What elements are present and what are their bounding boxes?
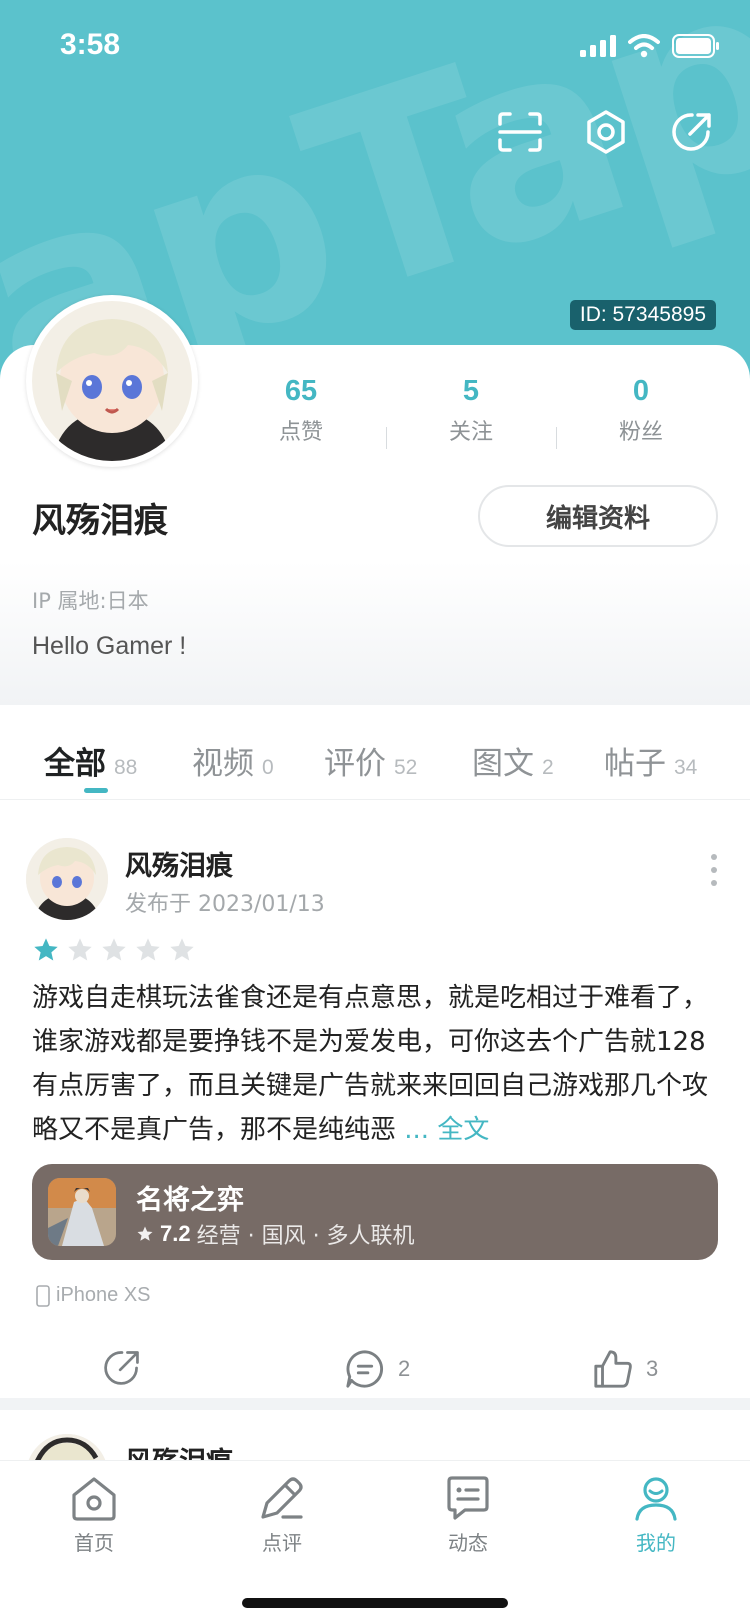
post-author-name[interactable]: 风殇泪痕: [125, 844, 233, 883]
stat-likes[interactable]: 65 点赞: [216, 375, 386, 446]
status-icons: [580, 34, 720, 58]
avatar[interactable]: [26, 295, 198, 467]
tab-count: 34: [674, 756, 698, 779]
tabbar-label: 我的: [636, 1531, 676, 1555]
comment-button[interactable]: 2: [344, 1348, 410, 1390]
stat-likes-value: 65: [284, 375, 318, 407]
tabbar-feed[interactable]: 动态: [408, 1473, 528, 1556]
status-bar: 3:58: [0, 0, 750, 92]
tabbar-profile[interactable]: 我的: [596, 1473, 716, 1556]
phone-icon: [36, 1284, 50, 1307]
star-empty-icon: [102, 938, 126, 961]
star-empty-icon: [68, 938, 92, 961]
star-empty-icon: [170, 938, 194, 961]
more-dot: [711, 880, 717, 886]
stat-followers[interactable]: 0 粉丝: [556, 375, 726, 449]
review-icon: [261, 1477, 303, 1519]
share-post-button[interactable]: [102, 1348, 142, 1388]
stat-following-label: 关注: [448, 420, 493, 445]
tab-count: 88: [114, 756, 138, 779]
post-author-name[interactable]: 风殇泪痕: [125, 1440, 233, 1460]
stat-likes-label: 点赞: [278, 420, 323, 445]
tab-all[interactable]: 全部 88: [44, 738, 137, 783]
star-empty-icon: [136, 938, 160, 961]
more-dot: [711, 867, 717, 873]
tabbar-label: 点评: [262, 1531, 302, 1555]
more-dot: [711, 854, 717, 860]
edit-profile-button[interactable]: 编辑资料: [478, 485, 718, 547]
thumbs-up-icon: [594, 1350, 632, 1388]
settings-icon: [587, 110, 625, 154]
game-tags: 经营 · 国风 · 多人联机: [196, 1224, 415, 1249]
comment-icon: [346, 1350, 384, 1388]
header-actions: [496, 108, 716, 156]
ip-location: IP 属地:日本: [32, 589, 149, 613]
tab-image-text[interactable]: 图文 2: [472, 738, 554, 783]
tab-video[interactable]: 视频 0: [192, 738, 274, 783]
tab-count: 0: [262, 756, 274, 779]
stat-followers-value: 0: [632, 375, 650, 407]
content-tabs: 全部 88 视频 0 评价 52 图文 2 帖子 34: [0, 708, 750, 800]
user-id-badge[interactable]: ID: 57345895: [569, 300, 716, 330]
post-divider: [0, 1398, 750, 1410]
share-profile-button[interactable]: [668, 108, 716, 156]
comment-count: 2: [398, 1356, 411, 1381]
device-label: iPhone XS: [36, 1284, 151, 1307]
tabbar-home[interactable]: 首页: [34, 1473, 154, 1556]
avatar-image: [32, 301, 192, 461]
post-author-avatar[interactable]: [26, 838, 108, 920]
game-name: 名将之弈: [136, 1185, 244, 1216]
settings-button[interactable]: [582, 108, 630, 156]
game-rating: 7.2: [160, 1221, 191, 1246]
stat-following[interactable]: 5 关注: [386, 375, 556, 449]
tabbar-label: 动态: [448, 1531, 488, 1555]
next-post-preview[interactable]: 风殇泪痕: [0, 1410, 750, 1460]
tab-label: 视频: [192, 746, 254, 782]
profile-stats: 65 点赞 5 关注 0 粉丝: [216, 375, 726, 449]
like-button[interactable]: 3: [592, 1348, 658, 1390]
profile-bio: Hello Gamer !: [32, 632, 187, 660]
rating-stars: [32, 936, 196, 964]
home-icon: [72, 1477, 116, 1521]
post-body: 游戏自走棋玩法雀食还是有点意思，就是吃相过于难看了，谁家游戏都是要挣钱不是为爱发…: [32, 983, 709, 1145]
content-card: 全部 88 视频 0 评价 52 图文 2 帖子 34 风殇泪痕 发布于 202…: [0, 708, 750, 1408]
home-indicator: [242, 1598, 508, 1608]
profile-username: 风殇泪痕: [32, 501, 168, 541]
wifi-icon: [628, 34, 660, 58]
like-count: 3: [646, 1356, 659, 1381]
tab-label: 图文: [472, 746, 534, 782]
tab-label: 全部: [44, 746, 106, 782]
post-text[interactable]: 游戏自走棋玩法雀食还是有点意思，就是吃相过于难看了，谁家游戏都是要挣钱不是为爱发…: [32, 976, 722, 1152]
share-icon: [104, 1351, 139, 1385]
device-name: iPhone XS: [56, 1284, 151, 1306]
game-thumbnail: [48, 1178, 116, 1246]
status-time: 3:58: [60, 28, 121, 61]
tab-posts[interactable]: 帖子 34: [604, 738, 697, 783]
tab-label: 评价: [324, 746, 386, 782]
tab-label: 帖子: [604, 746, 666, 782]
stat-following-value: 5: [462, 375, 480, 407]
game-meta: 7.2 经营 · 国风 · 多人联机: [136, 1218, 415, 1250]
post-author-avatar[interactable]: [26, 1434, 108, 1460]
tab-count: 52: [394, 756, 418, 779]
tab-count: 2: [542, 756, 554, 779]
star-icon: [137, 1226, 153, 1241]
stat-followers-label: 粉丝: [618, 420, 663, 445]
profile-icon: [635, 1477, 677, 1521]
post-more-button[interactable]: [704, 850, 724, 890]
feed-icon: [447, 1476, 489, 1520]
active-tab-indicator: [84, 788, 108, 793]
game-card[interactable]: 名将之弈 7.2 经营 · 国风 · 多人联机: [32, 1164, 718, 1260]
tabbar-review[interactable]: 点评: [222, 1473, 342, 1556]
star-filled-icon: [34, 938, 58, 961]
battery-icon: [672, 34, 719, 58]
tab-reviews[interactable]: 评价 52: [324, 738, 417, 783]
scan-icon: [498, 112, 542, 152]
tabbar-label: 首页: [74, 1531, 114, 1555]
scan-button[interactable]: [496, 108, 544, 156]
read-more-link[interactable]: ... 全文: [404, 1115, 489, 1145]
post-date: 发布于 2023/01/13: [125, 892, 325, 917]
signal-icon: [580, 35, 616, 57]
share-icon: [672, 113, 711, 151]
